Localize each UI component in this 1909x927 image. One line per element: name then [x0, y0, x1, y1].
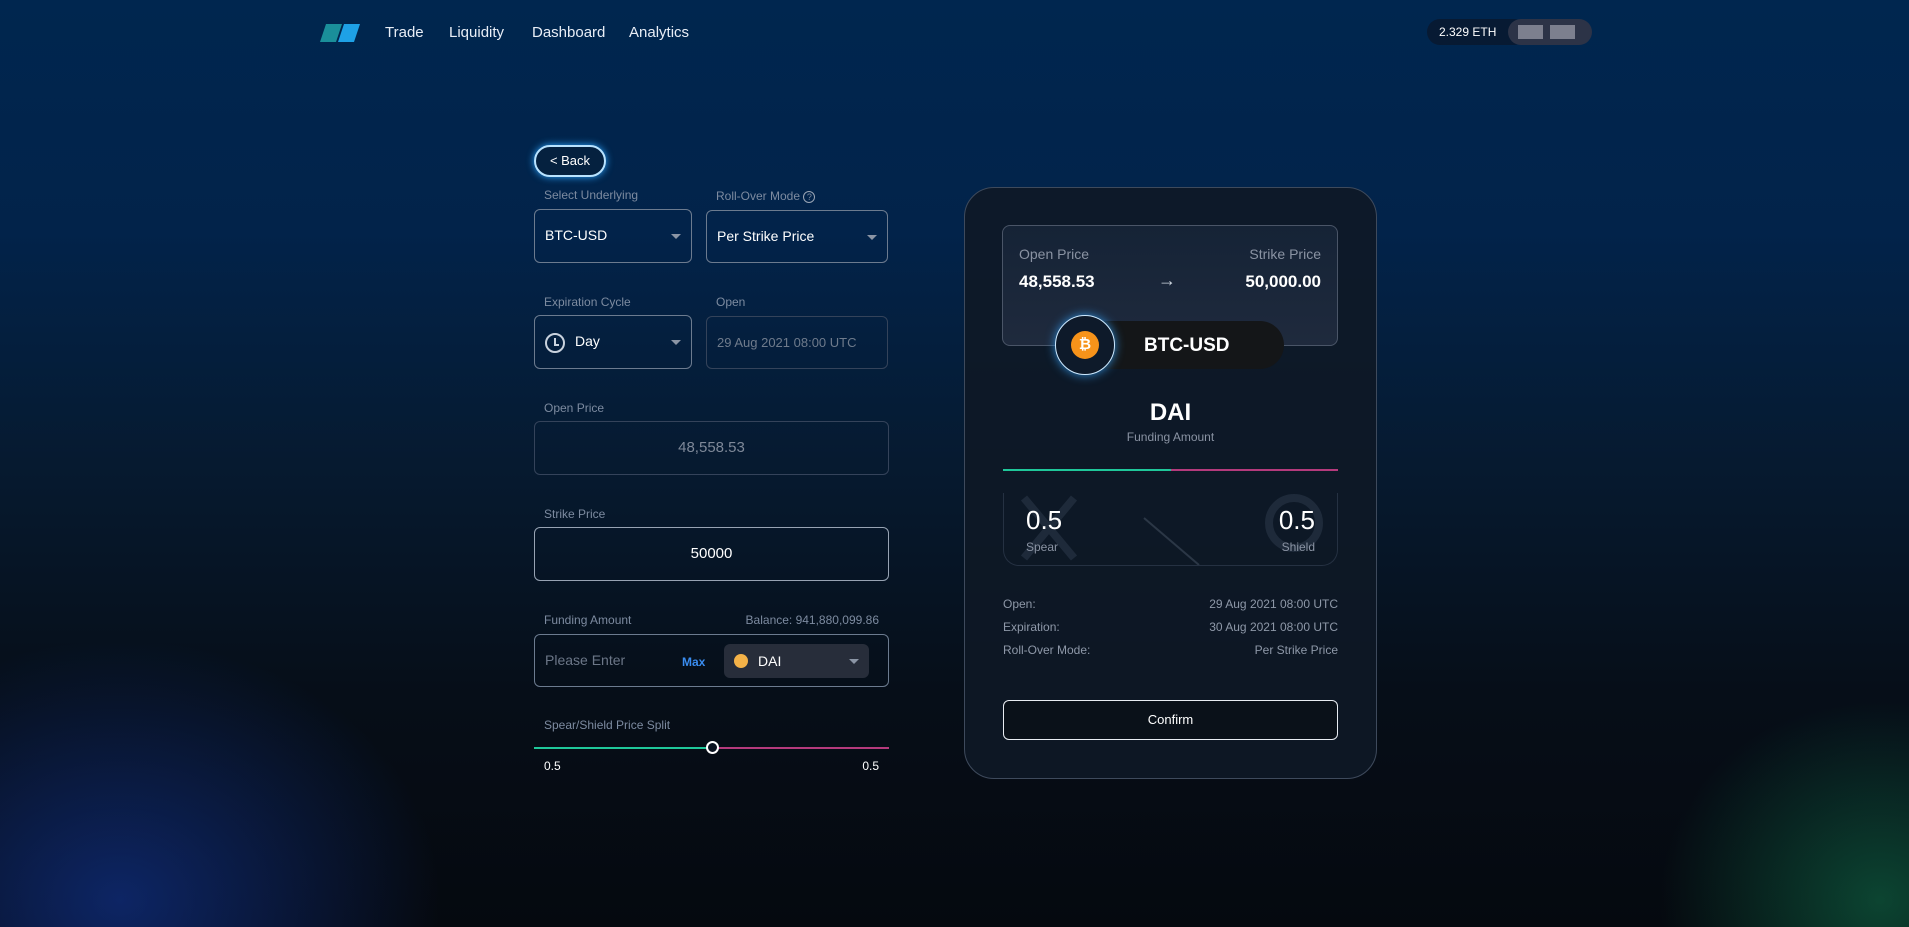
logo[interactable] — [320, 24, 360, 42]
account-button[interactable] — [1508, 19, 1592, 45]
open-price-label: Open Price — [544, 401, 605, 415]
summary-row-open: Open: 29 Aug 2021 08:00 UTC — [1003, 597, 1338, 611]
shield-value: 0.5 — [1278, 505, 1315, 535]
summary-row-rollover: Roll-Over Mode: Per Strike Price — [1003, 643, 1338, 657]
underlying-label: Select Underlying — [544, 188, 639, 202]
funding-input[interactable]: Please Enter — [545, 652, 625, 668]
slider-handle[interactable] — [705, 741, 719, 754]
max-button[interactable]: Max — [682, 655, 705, 669]
spear-track — [534, 747, 712, 749]
summary-row-expiration: Expiration: 30 Aug 2021 08:00 UTC — [1003, 620, 1338, 634]
funding-box: Please Enter Max DAI — [534, 634, 889, 687]
strike-input[interactable]: 50000 — [534, 527, 889, 581]
expiration-value: Day — [575, 333, 600, 349]
summary-open-price-label: Open Price — [1019, 246, 1090, 262]
summary-strike-label: Strike Price — [1249, 246, 1321, 262]
open-price-field: 48,558.53 — [534, 421, 889, 475]
confirm-button[interactable]: Confirm — [1003, 700, 1338, 740]
shield-bar — [1170, 469, 1338, 471]
expiration-label: Expiration Cycle — [544, 295, 631, 309]
split-bar — [1003, 469, 1338, 471]
clock-icon — [545, 333, 565, 353]
split-label: Spear/Shield Price Split — [544, 718, 671, 732]
underlying-value: BTC-USD — [545, 227, 608, 243]
nav-trade[interactable]: Trade — [385, 24, 424, 41]
token-select[interactable]: DAI — [724, 644, 869, 678]
summary-funding-label: Funding Amount — [1126, 430, 1215, 444]
split-slider[interactable] — [534, 741, 889, 754]
bitcoin-icon: ₿ — [1055, 315, 1115, 375]
summary-token: DAI — [1149, 399, 1192, 426]
spear-shield-panel: 0.5 Spear 0.5 Shield — [1003, 493, 1338, 566]
chevron-down-icon — [671, 340, 681, 345]
pair-label: BTC-USD — [1144, 335, 1230, 356]
token-value: DAI — [758, 653, 782, 669]
open-label: Open — [716, 295, 746, 309]
rollover-select[interactable]: Per Strike Price — [706, 210, 888, 263]
spear-label: Spear — [1026, 540, 1059, 554]
funding-label: Funding Amount — [544, 613, 632, 627]
open-field: 29 Aug 2021 08:00 UTC — [706, 316, 888, 369]
summary-strike: 50,000.00 — [1245, 272, 1321, 291]
nav-dashboard[interactable]: Dashboard — [532, 24, 605, 41]
dai-icon — [734, 654, 748, 668]
logo-icon — [320, 24, 360, 42]
nav-analytics[interactable]: Analytics — [629, 24, 689, 41]
nav-liquidity[interactable]: Liquidity — [449, 24, 504, 41]
split-right-value: 0.5 — [862, 759, 879, 773]
shield-track — [711, 747, 889, 749]
spear-bar — [1003, 469, 1171, 471]
chevron-down-icon — [849, 659, 859, 664]
rollover-value: Per Strike Price — [717, 228, 815, 244]
back-button[interactable]: < Back — [534, 145, 606, 177]
strike-label: Strike Price — [544, 507, 606, 521]
rollover-label: Roll-Over Mode ? — [716, 189, 816, 203]
underlying-select[interactable]: BTC-USD — [534, 209, 692, 263]
shield-label: Shield — [1281, 540, 1315, 554]
spear-value: 0.5 — [1026, 505, 1063, 535]
chevron-down-icon — [671, 234, 681, 239]
balance-text: Balance: 941,880,099.86 — [745, 613, 879, 627]
split-left-value: 0.5 — [544, 759, 561, 773]
help-icon[interactable]: ? — [803, 191, 816, 203]
arrow-right-icon: → — [1158, 270, 1176, 290]
expiration-select[interactable]: Day — [534, 315, 692, 369]
chevron-down-icon — [867, 234, 877, 240]
summary-open-price: 48,558.53 — [1019, 272, 1095, 291]
